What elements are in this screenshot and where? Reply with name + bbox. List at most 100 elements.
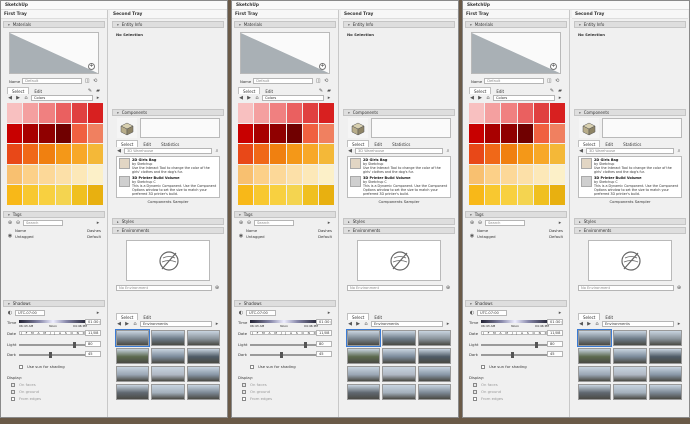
entity-info-header[interactable]: ▾ Entity Info (574, 21, 686, 28)
light-slider-knob[interactable] (73, 342, 76, 348)
month-letter[interactable]: M (43, 332, 46, 335)
color-swatch[interactable] (87, 123, 103, 144)
forward-icon[interactable]: ▶ (124, 321, 130, 327)
color-swatch[interactable] (533, 123, 549, 144)
color-swatch[interactable] (549, 103, 565, 123)
color-swatch[interactable] (485, 164, 501, 185)
home-icon[interactable]: ⌂ (594, 321, 600, 327)
color-swatch[interactable] (501, 164, 517, 185)
home-icon[interactable]: ⌂ (485, 95, 491, 101)
color-swatch[interactable] (485, 185, 501, 205)
details-icon[interactable]: ▸ (557, 95, 563, 101)
home-icon[interactable]: ⌂ (23, 95, 29, 101)
eyedropper-icon[interactable]: ✎ (318, 88, 324, 94)
color-swatch[interactable] (39, 103, 55, 123)
timezone-select[interactable]: UTC-07:00 (246, 310, 276, 316)
color-swatch[interactable] (23, 103, 39, 123)
tags-header[interactable]: ▾ Tags (3, 211, 105, 218)
color-swatch[interactable] (71, 103, 87, 123)
light-slider-knob[interactable] (535, 342, 538, 348)
month-letter[interactable]: M (505, 332, 508, 335)
timezone-select[interactable]: UTC-07:00 (477, 310, 507, 316)
color-swatch[interactable] (238, 144, 254, 164)
color-swatch[interactable] (302, 123, 318, 144)
delete-tag-icon[interactable]: ⊖ (246, 220, 252, 226)
on-ground-row[interactable]: On ground (242, 389, 270, 394)
month-letter[interactable]: A (290, 332, 292, 335)
eyedropper-icon[interactable]: ✎ (87, 88, 93, 94)
environment-thumbnail[interactable] (578, 366, 612, 382)
color-swatch[interactable] (485, 123, 501, 144)
use-sun-checkbox-row[interactable]: Use sun for shading (250, 364, 296, 369)
color-swatch[interactable] (7, 144, 23, 164)
light-slider[interactable] (19, 342, 87, 348)
month-letter[interactable]: S (296, 332, 298, 335)
environment-thumbnail[interactable] (347, 384, 381, 400)
shadow-details-icon[interactable]: ▸ (557, 310, 563, 316)
toggle-shadows-icon[interactable]: ◐ (469, 310, 475, 316)
month-letter[interactable]: A (269, 332, 271, 335)
material-name-field[interactable]: Default (22, 78, 83, 84)
dark-slider[interactable] (481, 352, 549, 358)
components-tab-edit[interactable]: Edit (138, 140, 156, 147)
environments-tab-edit[interactable]: Edit (369, 313, 387, 320)
color-swatch[interactable] (71, 164, 87, 185)
environments-tab-select[interactable]: Select (347, 313, 370, 320)
color-swatch[interactable] (318, 103, 334, 123)
create-material-icon[interactable]: ◫ (315, 78, 321, 84)
light-slider[interactable] (481, 342, 549, 348)
forward-icon[interactable]: ▶ (246, 95, 252, 101)
light-slider-knob[interactable] (304, 342, 307, 348)
components-tab-statistics[interactable]: Statistics (618, 140, 646, 147)
environment-thumbnail[interactable] (417, 366, 451, 382)
month-letter[interactable]: N (539, 332, 541, 335)
environment-thumbnail[interactable] (648, 366, 682, 382)
back-icon[interactable]: ◀ (116, 321, 122, 327)
visibility-eye-icon[interactable]: ◉ (469, 233, 475, 239)
color-swatch[interactable] (517, 103, 533, 123)
environment-thumbnail[interactable] (578, 348, 612, 364)
home-icon[interactable]: ⌂ (363, 321, 369, 327)
light-field[interactable]: 80 (85, 341, 101, 347)
materials-header[interactable]: ▾ Materials (3, 21, 105, 28)
toggle-shadows-icon[interactable]: ◐ (7, 310, 13, 316)
color-swatch[interactable] (238, 103, 254, 123)
month-bar[interactable]: JFMAMJJASOND (481, 331, 549, 335)
environment-thumbnail[interactable] (382, 330, 416, 346)
styles-header[interactable]: ▸ Styles (574, 218, 686, 225)
styles-header[interactable]: ▸ Styles (343, 218, 455, 225)
tag-details-icon[interactable]: ▸ (95, 220, 101, 226)
components-header[interactable]: ▾ Components (574, 109, 686, 116)
color-swatch[interactable] (533, 144, 549, 164)
on-faces-checkbox[interactable] (11, 382, 15, 387)
environments-header[interactable]: ▾ Environments (112, 227, 224, 234)
tags-search-field[interactable]: Search (485, 220, 525, 226)
environment-thumbnail[interactable] (186, 330, 220, 346)
on-faces-checkbox[interactable] (473, 382, 477, 387)
color-swatch[interactable] (87, 144, 103, 164)
color-swatch[interactable] (254, 164, 270, 185)
date-field[interactable]: 11/08 (316, 330, 332, 336)
color-swatch[interactable] (469, 185, 485, 205)
use-sun-checkbox-row[interactable]: Use sun for shading (481, 364, 527, 369)
search-icon[interactable]: ⌕ (214, 148, 220, 154)
month-letter[interactable]: S (65, 332, 67, 335)
color-swatch[interactable] (302, 164, 318, 185)
color-swatch[interactable] (87, 164, 103, 185)
from-edges-row[interactable]: From edges (242, 396, 272, 401)
month-letter[interactable]: O (71, 332, 73, 335)
color-swatch[interactable] (302, 103, 318, 123)
color-swatch[interactable] (501, 103, 517, 123)
toggle-shadows-icon[interactable]: ◐ (238, 310, 244, 316)
month-bar[interactable]: JFMAMJJASOND (250, 331, 318, 335)
list-item[interactable]: 3D Printer Build Volume by Sketchup C Th… (117, 175, 219, 197)
month-letter[interactable]: O (302, 332, 304, 335)
month-letter[interactable]: A (521, 332, 523, 335)
back-icon[interactable]: ◀ (578, 321, 584, 327)
color-swatch[interactable] (7, 103, 23, 123)
add-environment-icon[interactable]: ⊕ (676, 285, 682, 291)
delete-tag-icon[interactable]: ⊖ (477, 220, 483, 226)
color-swatch[interactable] (238, 164, 254, 185)
environment-name-field[interactable]: No Environment (347, 285, 443, 291)
use-sun-checkbox[interactable] (250, 364, 254, 369)
